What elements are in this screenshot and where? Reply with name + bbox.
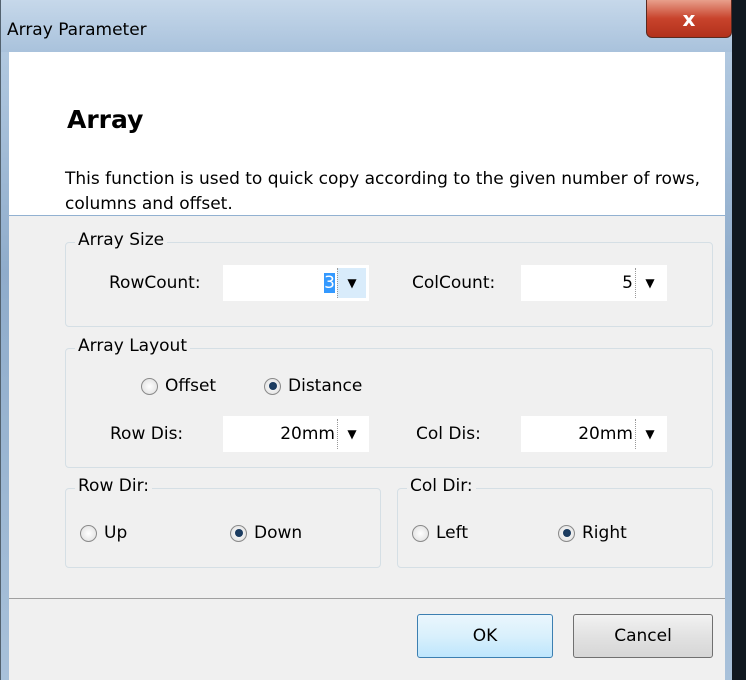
chevron-down-icon[interactable]: ▼ bbox=[337, 268, 366, 298]
dialog-body: Array This function is used to quick cop… bbox=[9, 52, 725, 680]
row-dis-combobox[interactable]: 20mm ▼ bbox=[222, 415, 370, 453]
page-description: This function is used to quick copy acco… bbox=[65, 169, 701, 214]
close-icon: x bbox=[682, 6, 696, 31]
right-radio[interactable]: Right bbox=[558, 523, 627, 543]
distance-radio-label: Distance bbox=[288, 376, 363, 396]
window-frame-edge bbox=[732, 0, 746, 680]
col-count-value: 5 bbox=[622, 273, 633, 293]
radio-unchecked-icon bbox=[80, 524, 97, 542]
col-count-label: ColCount: bbox=[412, 273, 496, 293]
offset-radio[interactable]: Offset bbox=[141, 376, 216, 396]
array-layout-legend: Array Layout bbox=[75, 336, 190, 356]
left-radio[interactable]: Left bbox=[412, 523, 468, 543]
array-size-legend: Array Size bbox=[75, 230, 168, 250]
ok-button[interactable]: OK bbox=[417, 614, 553, 658]
radio-unchecked-icon bbox=[412, 524, 429, 542]
title-bar[interactable]: Array Parameter x bbox=[1, 0, 746, 52]
row-dis-label: Row Dis: bbox=[110, 424, 184, 444]
col-count-combobox[interactable]: 5 ▼ bbox=[520, 264, 668, 302]
dialog-window: Array Parameter x Array This function is… bbox=[0, 0, 746, 680]
col-dis-label: Col Dis: bbox=[416, 424, 481, 444]
left-radio-label: Left bbox=[436, 523, 468, 543]
cancel-button[interactable]: Cancel bbox=[573, 614, 713, 658]
dialog-header: Array This function is used to quick cop… bbox=[9, 52, 725, 216]
radio-checked-icon bbox=[230, 524, 247, 542]
chevron-down-icon[interactable]: ▼ bbox=[635, 268, 664, 298]
col-dir-group: Col Dir: Left Right bbox=[397, 476, 713, 568]
right-radio-label: Right bbox=[582, 523, 627, 543]
row-count-value: 3 bbox=[324, 273, 335, 293]
row-dis-value: 20mm bbox=[280, 424, 335, 444]
row-dir-legend: Row Dir: bbox=[75, 476, 152, 496]
offset-radio-label: Offset bbox=[165, 376, 217, 396]
radio-unchecked-icon bbox=[141, 377, 158, 395]
radio-checked-icon bbox=[558, 524, 575, 542]
down-radio-label: Down bbox=[254, 523, 303, 543]
chevron-down-icon[interactable]: ▼ bbox=[635, 419, 664, 449]
row-dir-group: Row Dir: Up Down bbox=[65, 476, 381, 568]
col-dis-value: 20mm bbox=[578, 424, 633, 444]
chevron-down-icon[interactable]: ▼ bbox=[337, 419, 366, 449]
row-count-combobox[interactable]: 3 ▼ bbox=[222, 264, 370, 302]
footer-divider bbox=[9, 598, 725, 599]
down-radio[interactable]: Down bbox=[230, 523, 302, 543]
row-count-label: RowCount: bbox=[109, 273, 201, 293]
array-size-group: Array Size RowCount: 3 ▼ ColCount: 5 ▼ bbox=[65, 230, 713, 327]
close-button[interactable]: x bbox=[646, 0, 732, 38]
page-title: Array bbox=[67, 105, 144, 134]
array-layout-group: Array Layout Offset Distance Row Dis: 20… bbox=[65, 336, 713, 468]
window-title: Array Parameter bbox=[7, 20, 147, 40]
radio-checked-icon bbox=[264, 377, 281, 395]
col-dir-legend: Col Dir: bbox=[407, 476, 476, 496]
distance-radio[interactable]: Distance bbox=[264, 376, 362, 396]
up-radio-label: Up bbox=[104, 523, 128, 543]
col-dis-combobox[interactable]: 20mm ▼ bbox=[520, 415, 668, 453]
up-radio[interactable]: Up bbox=[80, 523, 127, 543]
